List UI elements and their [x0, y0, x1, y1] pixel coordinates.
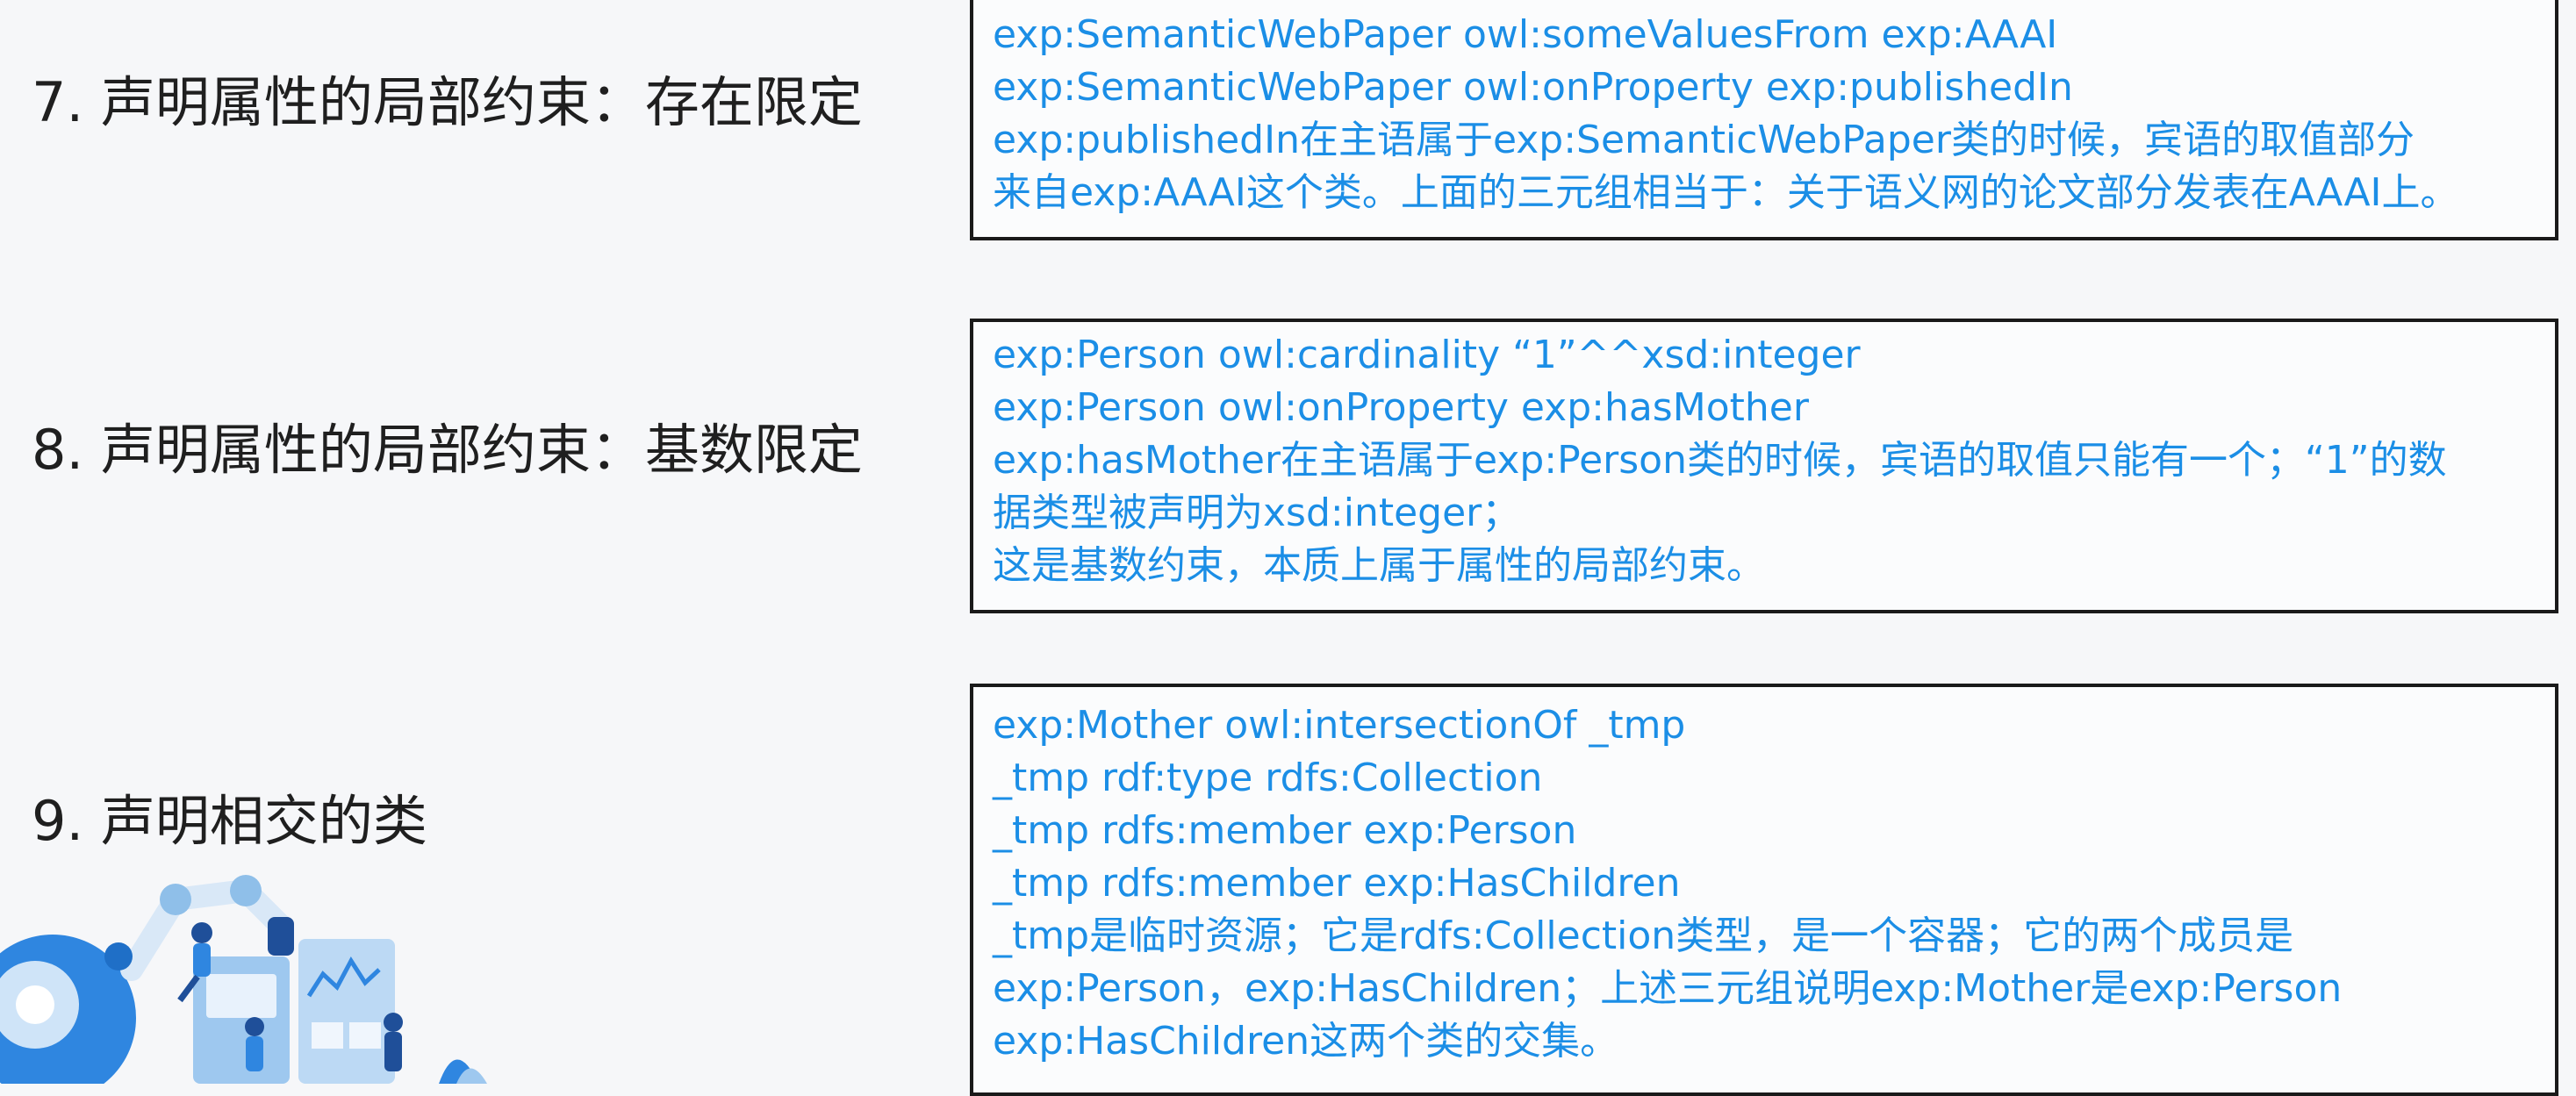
section-7-line-4: 来自exp:AAAI这个类。上面的三元组相当于：关于语义网的论文部分发表在AAA…	[993, 170, 2459, 215]
section-9-line-2: _tmp rdf:type rdfs:Collection	[993, 756, 1543, 800]
section-7-line-2: exp:SemanticWebPaper owl:onProperty exp:…	[993, 65, 2073, 110]
section-8-line-4: 据类型被声明为xsd:integer；	[993, 491, 1521, 535]
section-8-line-2: exp:Person owl:onProperty exp:hasMother	[993, 385, 1809, 430]
section-8-box: exp:Person owl:cardinality “1”^^xsd:inte…	[970, 319, 2558, 613]
section-8-line-5: 这是基数约束，本质上属于属性的局部约束。	[993, 543, 1765, 588]
section-9-line-5: _tmp是临时资源；它是rdfs:Collection类型，是一个容器；它的两个…	[993, 913, 2294, 958]
section-7-line-1: exp:SemanticWebPaper owl:someValuesFrom …	[993, 12, 2058, 57]
section-8-line-3: exp:hasMother在主语属于exp:Person类的时候，宾语的取值只能…	[993, 438, 2447, 483]
section-8-title: 8. 声明属性的局部约束：基数限定	[32, 418, 863, 482]
section-7-box: exp:SemanticWebPaper owl:someValuesFrom …	[970, 0, 2558, 240]
section-7-title: 7. 声明属性的局部约束：存在限定	[32, 70, 863, 134]
section-9-line-4: _tmp rdfs:member exp:HasChildren	[993, 861, 1681, 906]
section-9-box: exp:Mother owl:intersectionOf _tmp _tmp …	[970, 684, 2558, 1096]
section-9-line-7: exp:HasChildren这两个类的交集。	[993, 1019, 1619, 1064]
section-8-line-1: exp:Person owl:cardinality “1”^^xsd:inte…	[993, 333, 1861, 377]
section-7-line-3: exp:publishedIn在主语属于exp:SemanticWebPaper…	[993, 118, 2415, 162]
section-9-line-6: exp:Person，exp:HasChildren；上述三元组说明exp:Mo…	[993, 966, 2343, 1011]
section-9-line-3: _tmp rdfs:member exp:Person	[993, 808, 1577, 853]
section-9-line-1: exp:Mother owl:intersectionOf _tmp	[993, 703, 1686, 748]
section-9-title: 9. 声明相交的类	[32, 789, 427, 853]
ai-robot-illustration	[0, 875, 487, 1084]
